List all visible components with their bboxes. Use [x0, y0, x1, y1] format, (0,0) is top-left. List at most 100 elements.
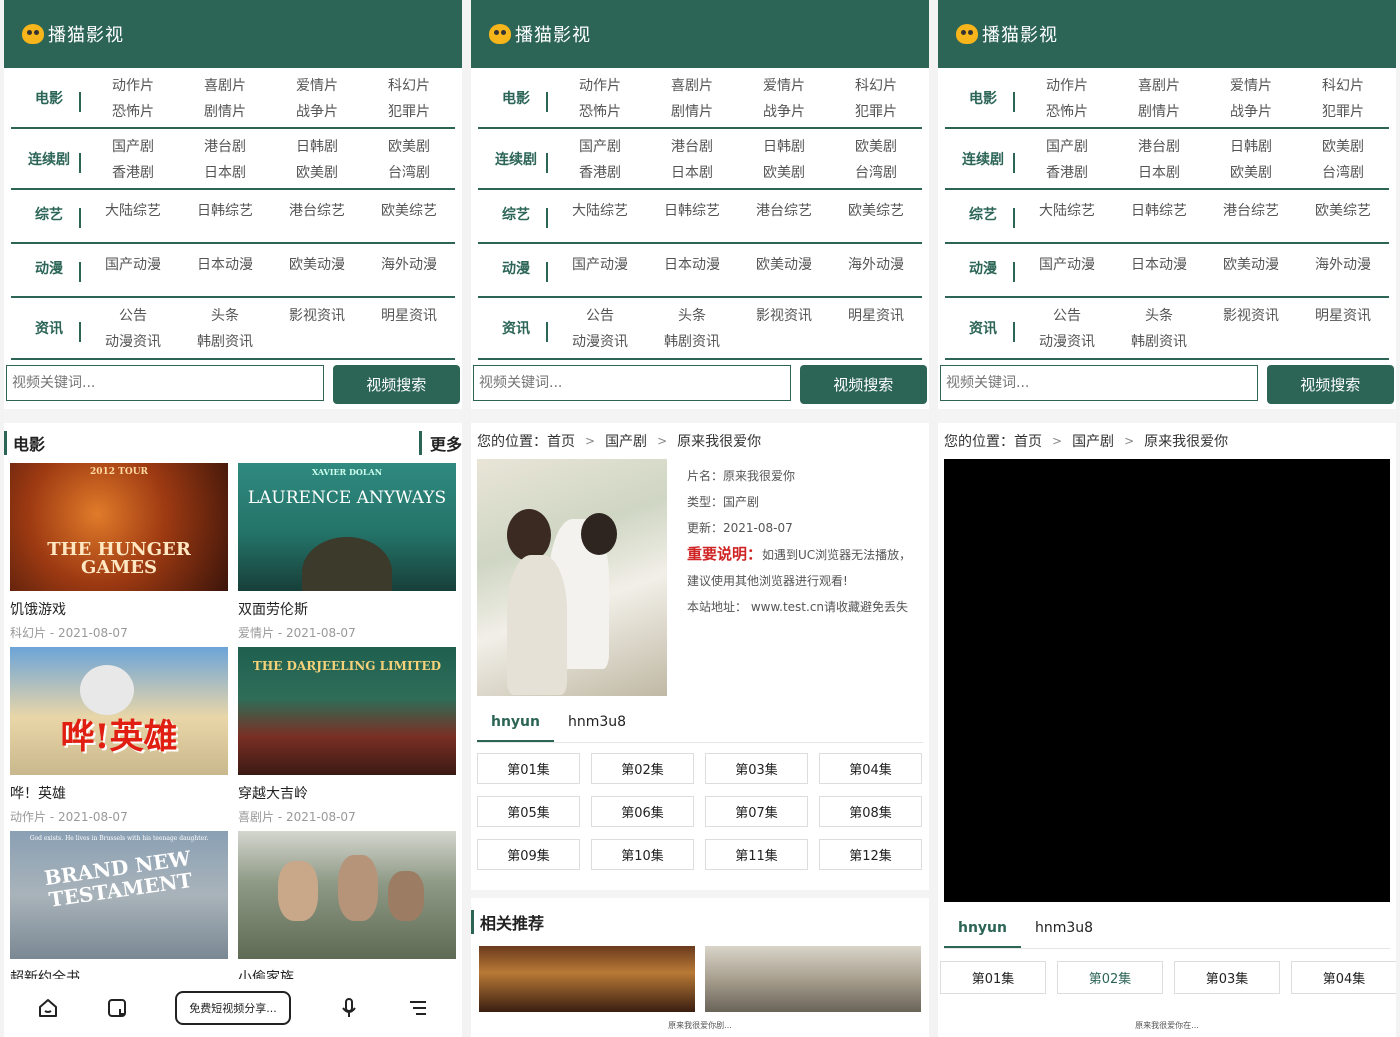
episode-button[interactable]: 第05集 [477, 796, 580, 827]
nav-cat-movies[interactable]: 电影 [478, 88, 554, 112]
nav-link[interactable]: 日本动漫 [1113, 254, 1205, 274]
nav-link[interactable]: 欧美综艺 [1297, 200, 1389, 220]
nav-link[interactable]: 恐怖片 [554, 101, 646, 121]
nav-link[interactable]: 公告 [87, 305, 179, 325]
nav-link[interactable]: 动漫资讯 [554, 331, 646, 351]
nav-link[interactable]: 日韩剧 [738, 136, 830, 156]
nav-link[interactable]: 头条 [179, 305, 271, 325]
nav-link[interactable]: 欧美综艺 [363, 200, 455, 220]
episode-button[interactable]: 第12集 [819, 839, 922, 870]
nav-link[interactable]: 香港剧 [87, 162, 179, 182]
breadcrumb-home[interactable]: 首页 [547, 431, 575, 451]
nav-link[interactable]: 欧美剧 [363, 136, 455, 156]
episode-button[interactable]: 第06集 [591, 796, 694, 827]
movie-card[interactable]: THE DARJEELING LIMITED 穿越大吉岭 喜剧片 - 2021-… [238, 647, 456, 825]
tab-source-hnyun[interactable]: hnyun [477, 708, 554, 742]
menu-icon[interactable] [407, 997, 429, 1019]
nav-link[interactable]: 国产动漫 [87, 254, 179, 274]
movie-poster[interactable]: 2012 TOUR THE HUNGER GAMES [10, 463, 228, 591]
nav-link[interactable]: 爱情片 [271, 75, 363, 95]
nav-link[interactable]: 欧美动漫 [271, 254, 363, 274]
nav-link[interactable]: 欧美剧 [271, 162, 363, 182]
nav-link[interactable]: 大陆综艺 [554, 200, 646, 220]
tab-source-hnm3u8[interactable]: hnm3u8 [1021, 914, 1107, 948]
nav-link[interactable]: 日韩综艺 [646, 200, 738, 220]
search-input[interactable] [940, 365, 1258, 401]
nav-link[interactable]: 爱情片 [1205, 75, 1297, 95]
nav-link[interactable]: 港台综艺 [1205, 200, 1297, 220]
nav-cat-news[interactable]: 资讯 [478, 318, 554, 342]
nav-link[interactable]: 犯罪片 [830, 101, 922, 121]
nav-link[interactable]: 剧情片 [179, 101, 271, 121]
nav-link[interactable]: 欧美剧 [1297, 136, 1389, 156]
nav-link[interactable]: 科幻片 [363, 75, 455, 95]
nav-link[interactable]: 日本动漫 [179, 254, 271, 274]
nav-link[interactable]: 日韩综艺 [179, 200, 271, 220]
nav-link[interactable]: 明星资讯 [1297, 305, 1389, 325]
nav-link[interactable]: 欧美剧 [738, 162, 830, 182]
episode-button[interactable]: 第07集 [705, 796, 808, 827]
tab-source-hnyun[interactable]: hnyun [944, 914, 1021, 948]
nav-link[interactable]: 爱情片 [738, 75, 830, 95]
site-logo[interactable]: 播猫影视 [489, 21, 591, 47]
nav-link[interactable]: 影视资讯 [738, 305, 830, 325]
nav-link[interactable]: 韩剧资讯 [179, 331, 271, 351]
search-button[interactable]: 视频搜索 [799, 365, 927, 404]
nav-link[interactable]: 公告 [1021, 305, 1113, 325]
nav-link[interactable]: 影视资讯 [271, 305, 363, 325]
episode-button[interactable]: 第10集 [591, 839, 694, 870]
nav-link[interactable]: 动漫资讯 [87, 331, 179, 351]
nav-link[interactable]: 喜剧片 [1113, 75, 1205, 95]
tab-source-hnm3u8[interactable]: hnm3u8 [554, 708, 640, 742]
breadcrumb-category[interactable]: 国产剧 [605, 431, 647, 451]
nav-link[interactable]: 战争片 [738, 101, 830, 121]
nav-link[interactable]: 日本剧 [1113, 162, 1205, 182]
nav-cat-movies[interactable]: 电影 [11, 88, 87, 112]
nav-link[interactable]: 欧美剧 [1205, 162, 1297, 182]
nav-link[interactable]: 动作片 [1021, 75, 1113, 95]
nav-link[interactable]: 头条 [1113, 305, 1205, 325]
nav-cat-anime[interactable]: 动漫 [478, 258, 554, 282]
nav-link[interactable]: 影视资讯 [1205, 305, 1297, 325]
nav-link[interactable]: 韩剧资讯 [646, 331, 738, 351]
nav-link[interactable]: 海外动漫 [830, 254, 922, 274]
nav-link[interactable]: 港台剧 [1113, 136, 1205, 156]
movie-card[interactable]: 2012 TOUR THE HUNGER GAMES 饥饿游戏 科幻片 - 20… [10, 463, 228, 641]
nav-link[interactable]: 明星资讯 [830, 305, 922, 325]
nav-link[interactable]: 科幻片 [1297, 75, 1389, 95]
nav-cat-news[interactable]: 资讯 [11, 318, 87, 342]
nav-link[interactable]: 犯罪片 [1297, 101, 1389, 121]
nav-link[interactable]: 公告 [554, 305, 646, 325]
nav-link[interactable]: 日本剧 [179, 162, 271, 182]
movie-title[interactable]: 哗！英雄 [10, 783, 228, 803]
movie-poster[interactable] [238, 831, 456, 959]
video-player[interactable] [944, 459, 1390, 902]
more-link[interactable]: 更多 [418, 431, 462, 455]
nav-cat-news[interactable]: 资讯 [945, 318, 1021, 342]
nav-link[interactable]: 日本动漫 [646, 254, 738, 274]
episode-button[interactable]: 第11集 [705, 839, 808, 870]
nav-link[interactable]: 台湾剧 [363, 162, 455, 182]
home-icon[interactable] [37, 997, 59, 1019]
movie-card[interactable]: XAVIER DOLAN LAURENCE ANYWAYS 双面劳伦斯 爱情片 … [238, 463, 456, 641]
nav-link[interactable]: 海外动漫 [363, 254, 455, 274]
site-logo[interactable]: 播猫影视 [956, 21, 1058, 47]
breadcrumb-home[interactable]: 首页 [1014, 431, 1042, 451]
nav-link[interactable]: 剧情片 [1113, 101, 1205, 121]
episode-button[interactable]: 第01集 [940, 961, 1046, 994]
nav-link[interactable]: 国产动漫 [554, 254, 646, 274]
nav-link[interactable]: 剧情片 [646, 101, 738, 121]
movie-card[interactable]: God exists. He lives in Brussels with hi… [10, 831, 228, 987]
nav-link[interactable]: 喜剧片 [646, 75, 738, 95]
nav-link[interactable]: 台湾剧 [830, 162, 922, 182]
episode-button[interactable]: 第04集 [1291, 961, 1396, 994]
nav-link[interactable]: 战争片 [1205, 101, 1297, 121]
nav-link[interactable]: 日韩综艺 [1113, 200, 1205, 220]
nav-link[interactable]: 日韩剧 [1205, 136, 1297, 156]
nav-link[interactable]: 日韩剧 [271, 136, 363, 156]
episode-button[interactable]: 第02集 [591, 753, 694, 784]
nav-link[interactable]: 科幻片 [830, 75, 922, 95]
nav-cat-variety[interactable]: 综艺 [11, 204, 87, 228]
nav-link[interactable]: 日本剧 [646, 162, 738, 182]
nav-link[interactable]: 港台综艺 [271, 200, 363, 220]
